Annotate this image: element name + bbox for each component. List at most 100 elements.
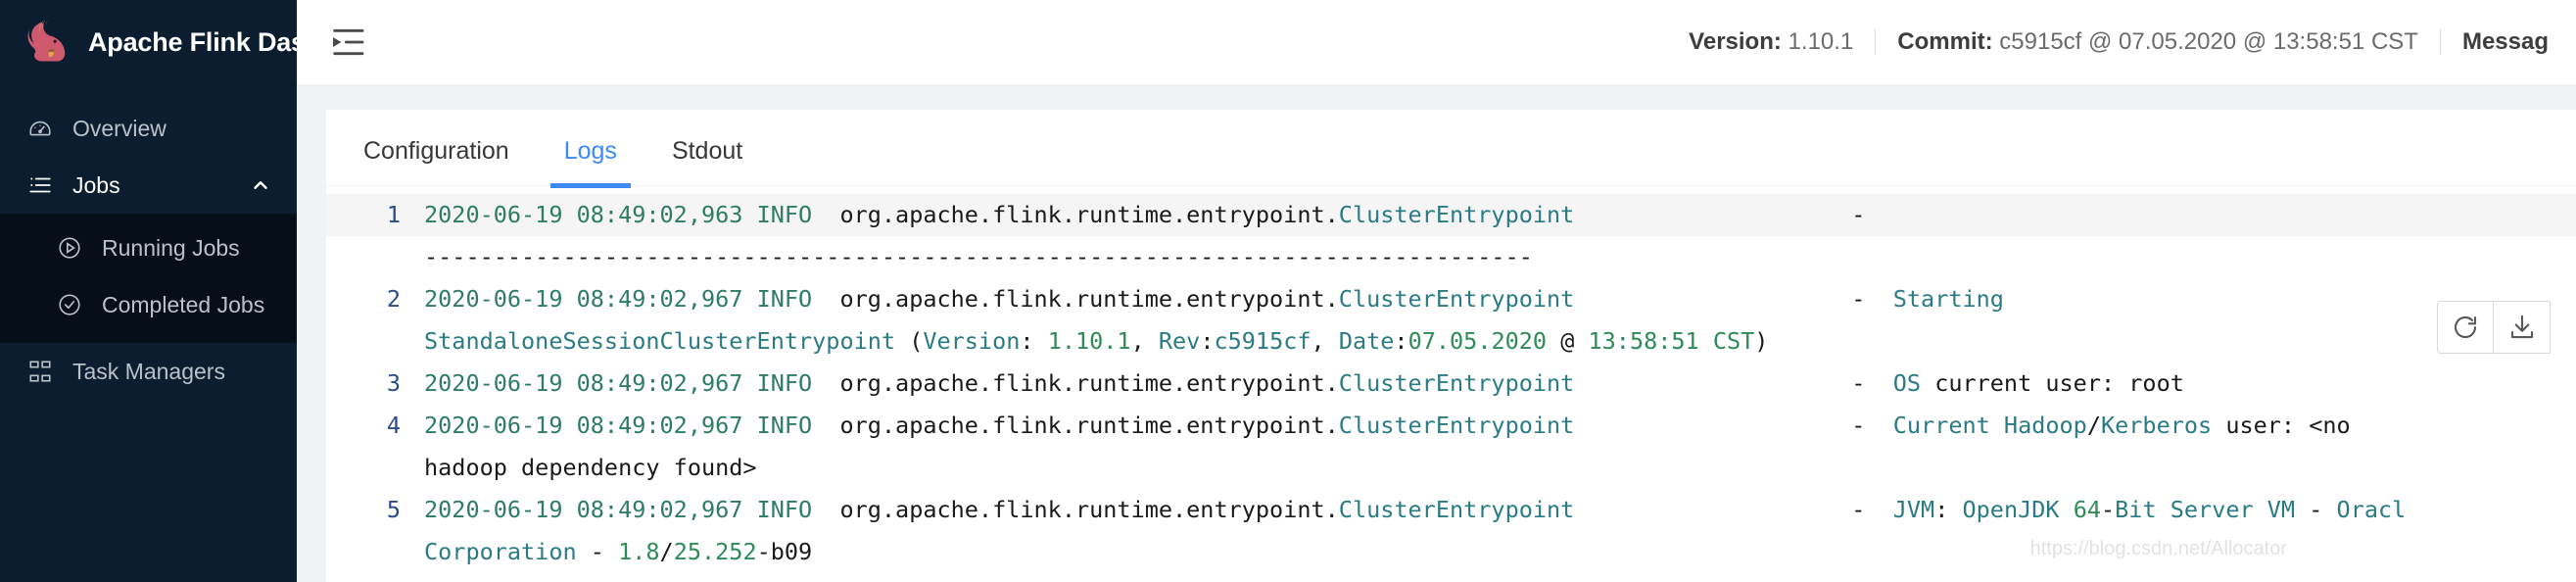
log-line: 4 2020-06-19 08:49:02,967 INFO org.apache… — [326, 405, 2576, 447]
sidebar-item-overview[interactable]: Overview — [0, 100, 297, 157]
log-line-text: 2020-06-19 08:49:02,963 INFO org.apache.… — [416, 194, 2576, 236]
log-line: 1 2020-06-19 08:49:02,963 INFO org.apache… — [326, 194, 2576, 236]
log-toolbar — [2437, 301, 2551, 354]
reload-icon[interactable] — [2437, 301, 2494, 354]
check-circle-icon — [57, 292, 82, 317]
tab-stdout[interactable]: Stdout — [658, 137, 756, 185]
flink-squirrel-logo-icon — [22, 17, 72, 68]
log-line-number: 4 — [386, 412, 401, 439]
meta-divider — [1875, 29, 1877, 55]
log-token: 1.8 — [618, 538, 660, 565]
log-token: ( — [895, 327, 924, 355]
logs-card: Configuration Logs Stdout 1 2020-06-19 0… — [326, 110, 2576, 582]
log-token: c5915cf — [1214, 327, 1312, 355]
log-token: - — [2295, 496, 2337, 523]
log-token: : — [1020, 327, 1048, 355]
log-token: ClusterEntrypoint — [1338, 201, 1575, 228]
download-icon[interactable] — [2494, 301, 2551, 354]
log-line-text: 2020-06-19 08:49:02,967 INFO org.apache.… — [416, 405, 2576, 447]
dashboard-gauge-icon — [27, 116, 53, 141]
log-token: org.apache.flink.runtime.entrypoint. — [812, 412, 1339, 439]
sidebar-item-running-jobs[interactable]: Running Jobs — [0, 219, 297, 276]
cluster-meta-info: Version: 1.10.1 Commit: c5915cf @ 07.05.… — [1689, 28, 2549, 56]
log-line: 5 2020-06-19 08:49:02,967 INFO org.apache… — [326, 489, 2576, 531]
log-token: Oracl — [2336, 496, 2407, 523]
log-token: JVM — [1892, 496, 1935, 523]
content-region: Configuration Logs Stdout 1 2020-06-19 0… — [297, 84, 2576, 582]
menu-fold-icon[interactable] — [326, 21, 369, 64]
log-line-number: 5 — [386, 496, 401, 523]
log-viewer[interactable]: 1 2020-06-19 08:49:02,963 INFO org.apache… — [326, 186, 2576, 582]
log-token: , — [1130, 327, 1159, 355]
log-token: 2020-06-19 08:49:02,967 — [424, 285, 757, 313]
log-token: @ — [1547, 327, 1589, 355]
log-token: - — [1574, 201, 1893, 228]
log-token: : — [1394, 327, 1408, 355]
log-token: ) — [1754, 327, 1769, 355]
tab-logs[interactable]: Logs — [549, 137, 632, 188]
log-token: - — [1574, 369, 1893, 397]
sidebar-nav: Overview Jobs Running Jobs Completed Job… — [0, 84, 297, 582]
log-line: ----------------------------------------… — [326, 236, 2576, 278]
submenu-item-label: Running Jobs — [102, 234, 240, 261]
log-line-number: 3 — [386, 369, 401, 397]
log-token: user: <no — [2212, 412, 2351, 439]
sidebar: Apache Flink Dashboard Overview — [0, 0, 297, 582]
log-token: INFO — [756, 496, 813, 523]
log-token: Version — [923, 327, 1021, 355]
version-label: Version: — [1689, 28, 1782, 55]
log-token: INFO — [756, 369, 813, 397]
main-area: Version: 1.10.1 Commit: c5915cf @ 07.05.… — [297, 0, 2576, 582]
log-token: hadoop dependency found> — [424, 454, 757, 481]
log-line-number: 1 — [386, 201, 401, 228]
log-token: org.apache.flink.runtime.entrypoint. — [812, 369, 1339, 397]
sidebar-item-completed-jobs[interactable]: Completed Jobs — [0, 276, 297, 333]
log-token: INFO — [756, 285, 813, 313]
sidebar-item-label: Task Managers — [72, 358, 225, 384]
commit-value: c5915cf @ 07.05.2020 @ 13:58:51 CST — [1999, 28, 2418, 55]
log-line-text: Corporation - 1.8/25.252-b09 — [416, 531, 2576, 573]
brand-header[interactable]: Apache Flink Dashboard — [0, 0, 297, 84]
cluster-icon — [27, 359, 53, 384]
log-token: org.apache.flink.runtime.entrypoint. — [812, 285, 1339, 313]
tab-configuration[interactable]: Configuration — [350, 137, 523, 185]
log-token: ClusterEntrypoint — [1338, 496, 1575, 523]
log-token: - — [2101, 496, 2116, 523]
log-line: hadoop dependency found> — [326, 447, 2576, 489]
log-token: - — [576, 538, 619, 565]
jobs-submenu: Running Jobs Completed Jobs — [0, 214, 297, 343]
log-token: Rev — [1158, 327, 1201, 355]
log-token: 07.05.2020 — [1407, 327, 1548, 355]
log-token: - — [1574, 412, 1893, 439]
log-token: 2020-06-19 08:49:02,967 — [424, 369, 757, 397]
message-label: Messag — [2461, 28, 2549, 55]
log-token: OpenJDK — [1962, 496, 2060, 523]
log-line: StandaloneSessionClusterEntrypoint (Vers… — [326, 320, 2576, 363]
log-token: 1.10.1 — [1047, 327, 1131, 355]
log-token: ClusterEntrypoint — [1338, 369, 1575, 397]
log-line-text: StandaloneSessionClusterEntrypoint (Vers… — [416, 320, 2576, 363]
brand-title: Apache Flink Dashboard — [88, 26, 297, 57]
tab-bar: Configuration Logs Stdout — [326, 110, 2576, 188]
log-line-number: 2 — [386, 285, 401, 313]
chevron-up-icon[interactable] — [250, 174, 271, 196]
meta-divider — [2439, 29, 2441, 55]
log-token: 64 — [2073, 496, 2101, 523]
log-line-text: 2020-06-19 08:49:02,967 INFO org.apache.… — [416, 489, 2576, 531]
log-token: 13:58:51 CST — [1588, 327, 1755, 355]
submenu-item-label: Completed Jobs — [102, 291, 265, 317]
log-token: -b09 — [756, 538, 813, 565]
sidebar-item-jobs[interactable]: Jobs — [0, 157, 297, 214]
log-token: ClusterEntrypoint — [1338, 412, 1575, 439]
log-line: 3 2020-06-19 08:49:02,967 INFO org.apache… — [326, 363, 2576, 405]
sidebar-item-label: Jobs — [72, 171, 120, 198]
topbar: Version: 1.10.1 Commit: c5915cf @ 07.05.… — [297, 0, 2576, 84]
log-token: 25.252 — [673, 538, 757, 565]
log-token: ----------------------------------------… — [424, 243, 1533, 270]
log-token: : — [1200, 327, 1215, 355]
commit-label: Commit: — [1897, 28, 1993, 55]
sidebar-item-task-managers[interactable]: Task Managers — [0, 343, 297, 400]
log-token: Starting — [1892, 285, 2004, 313]
log-token: Bit Server VM — [2115, 496, 2296, 523]
sidebar-item-label: Overview — [72, 115, 167, 141]
